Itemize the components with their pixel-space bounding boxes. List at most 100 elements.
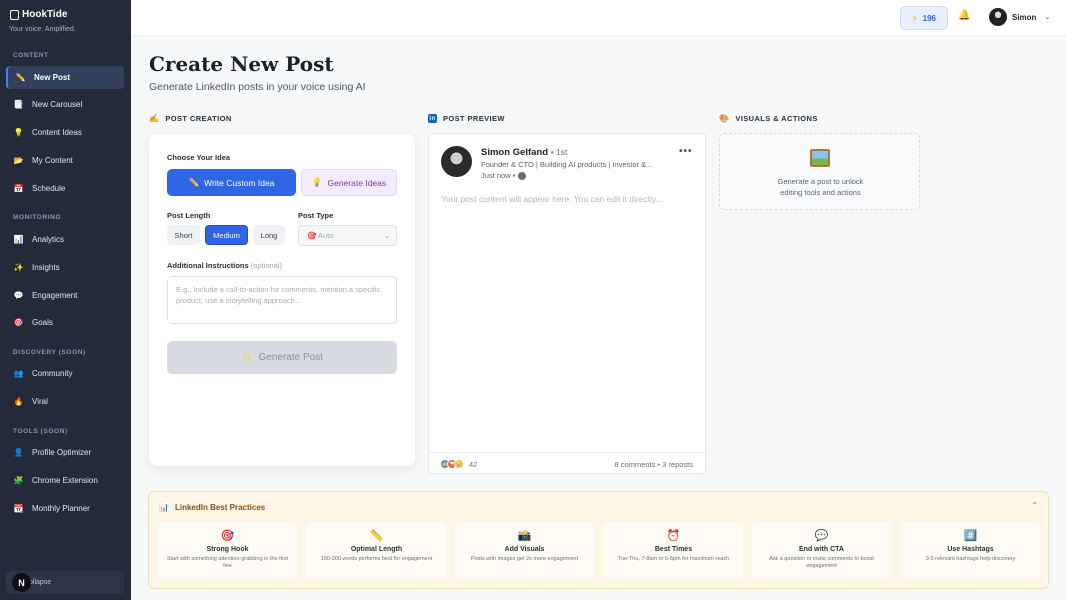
- practice-desc: 3-5 relevant hashtags help discovery: [925, 556, 1016, 562]
- collapse-sidebar-button[interactable]: N ollapse: [6, 571, 124, 594]
- alarm-clock-icon: ⏰: [666, 530, 681, 542]
- best-practices-title[interactable]: 📊 LinkedIn Best Practices: [159, 503, 265, 512]
- target-icon: 🎯: [13, 318, 24, 327]
- post-type-value: Auto: [318, 231, 334, 240]
- lightning-icon: ⚡: [912, 13, 918, 23]
- post-content-editor[interactable]: Your post content will appear here. You …: [441, 194, 663, 204]
- chart-icon: 📊: [159, 503, 169, 512]
- instructions-textarea[interactable]: E.g., Include a call-to-action for comme…: [167, 276, 397, 324]
- sidebar-item-label: Schedule: [32, 184, 66, 193]
- sidebar: HookTide Your voice. Amplified. CONTENT …: [0, 0, 131, 600]
- puzzle-icon: 🧩: [13, 476, 24, 485]
- practice-name: Optimal Length: [350, 546, 403, 553]
- length-medium-button[interactable]: Medium: [205, 225, 248, 245]
- write-custom-idea-button[interactable]: ✏️ Write Custom Idea: [167, 169, 296, 196]
- sidebar-item-label: Goals: [32, 318, 53, 327]
- n-badge-icon[interactable]: N: [12, 573, 31, 592]
- speech-bubble-icon: 💬: [814, 530, 829, 542]
- pencil-icon: ✏️: [15, 73, 26, 82]
- best-practices-panel: 📊 LinkedIn Best Practices ⌃ 🎯 Strong Hoo…: [148, 491, 1049, 589]
- generate-post-button[interactable]: ✨ Generate Post: [167, 341, 397, 374]
- bell-icon[interactable]: 🔔: [958, 10, 970, 21]
- instructions-label: Additional Instructions (optional): [167, 261, 282, 270]
- length-short-button[interactable]: Short: [167, 225, 200, 245]
- sidebar-item-analytics[interactable]: 📊 Analytics: [6, 228, 124, 251]
- sidebar-item-content-ideas[interactable]: 💡 Content Ideas: [6, 121, 124, 144]
- generate-ideas-button[interactable]: 💡 Generate Ideas: [301, 169, 397, 196]
- practice-card: 💬 End with CTA Ask a question or invite …: [752, 522, 891, 579]
- practice-desc: 150-300 words performs best for engageme…: [320, 556, 433, 562]
- credits-badge[interactable]: ⚡ 196: [900, 6, 948, 30]
- avatar: [441, 146, 472, 177]
- section-monitoring-title: MONITORING: [13, 214, 62, 221]
- practice-desc: Start with something attention-grabbing …: [166, 556, 289, 569]
- more-options-icon[interactable]: •••: [679, 146, 693, 157]
- practice-card: ⏰ Best Times Tue-Thu, 7-8am or 5-6pm for…: [604, 522, 743, 579]
- target-icon: 🎯: [220, 530, 235, 542]
- hashtag-icon: #️⃣: [963, 530, 978, 542]
- author-name: Simon Gelfand • 1st: [481, 147, 567, 158]
- sparkles-icon: ✨: [13, 263, 24, 272]
- brand-name: HookTide: [22, 9, 68, 20]
- sidebar-item-label: Analytics: [32, 235, 65, 244]
- sidebar-item-my-content[interactable]: 📂 My Content: [6, 149, 124, 172]
- sidebar-item-community[interactable]: 👥 Community: [6, 362, 124, 385]
- framed-picture-icon: [810, 149, 830, 167]
- visuals-heading-text: VISUALS & ACTIONS: [735, 114, 818, 123]
- length-long-button[interactable]: Long: [253, 225, 285, 245]
- practice-name: Best Times: [654, 546, 693, 553]
- post-time-text: Just now •: [481, 171, 516, 180]
- sidebar-item-monthly-planner[interactable]: 📆 Monthly Planner: [6, 497, 124, 520]
- user-menu[interactable]: Simon ⌄: [989, 8, 1050, 26]
- sidebar-item-goals[interactable]: 🎯 Goals: [6, 311, 124, 334]
- brand-tagline: Your voice. Amplified.: [9, 26, 76, 33]
- sidebar-item-label: Profile Optimizer: [32, 448, 92, 457]
- camera-icon: 📸: [517, 530, 532, 542]
- visuals-message: Generate a post to unlock editing tools …: [720, 176, 921, 198]
- sidebar-item-label: Community: [32, 369, 73, 378]
- carousel-icon: 📑: [13, 100, 24, 109]
- sidebar-item-label: Content Ideas: [32, 128, 82, 137]
- sidebar-item-chrome-extension[interactable]: 🧩 Chrome Extension: [6, 469, 124, 492]
- brand-logo[interactable]: HookTide: [10, 9, 67, 20]
- insightful-icon: 💡: [454, 459, 464, 469]
- post-stats[interactable]: 8 comments • 3 reposts: [615, 460, 694, 469]
- target-icon: 🎯: [307, 231, 317, 240]
- collapse-label: ollapse: [29, 579, 52, 586]
- sidebar-item-label: New Post: [34, 73, 71, 82]
- sidebar-item-insights[interactable]: ✨ Insights: [6, 256, 124, 279]
- practice-desc: Posts with images get 2x more engagement: [470, 556, 578, 562]
- credits-count: 196: [922, 13, 936, 23]
- people-icon: 👥: [13, 369, 24, 378]
- sidebar-item-viral[interactable]: 🔥 Viral: [6, 390, 124, 413]
- hooktide-logo-icon: [10, 9, 19, 20]
- sidebar-item-new-post[interactable]: ✏️ New Post: [6, 66, 124, 89]
- section-discovery-title: DISCOVERY (SOON): [13, 349, 86, 356]
- author-name-text: Simon Gelfand: [481, 147, 549, 158]
- post-creation-card: Choose Your Idea ✏️ Write Custom Idea 💡 …: [149, 134, 415, 466]
- avatar: [989, 8, 1007, 26]
- reactions: 👍 ❤ 💡 42: [440, 459, 477, 469]
- post-type-select[interactable]: 🎯 Auto ⌄: [298, 225, 397, 246]
- folder-icon: 📂: [13, 156, 24, 165]
- post-preview-heading-text: POST PREVIEW: [443, 114, 505, 123]
- sidebar-item-new-carousel[interactable]: 📑 New Carousel: [6, 93, 124, 116]
- practice-card: 📏 Optimal Length 150-300 words performs …: [307, 522, 446, 579]
- sidebar-item-schedule[interactable]: 📅 Schedule: [6, 177, 124, 200]
- sidebar-item-label: Monthly Planner: [32, 504, 90, 513]
- globe-icon: [518, 171, 527, 180]
- sidebar-item-profile-optimizer[interactable]: 👤 Profile Optimizer: [6, 441, 124, 464]
- generate-post-label: Generate Post: [258, 352, 323, 363]
- lightbulb-icon: 💡: [13, 128, 24, 137]
- practice-name: Use Hashtags: [947, 546, 994, 553]
- visuals-heading: 🎨 VISUALS & ACTIONS: [719, 114, 818, 123]
- sparkles-icon: ✨: [241, 352, 254, 363]
- pencil-icon: ✏️: [188, 177, 200, 187]
- section-content-title: CONTENT: [13, 52, 49, 59]
- chevron-down-icon: ⌄: [384, 232, 390, 240]
- chevron-down-icon: ⌄: [1044, 14, 1051, 21]
- chevron-up-icon[interactable]: ⌃: [1031, 501, 1038, 510]
- user-name: Simon: [1012, 12, 1037, 22]
- post-length-label: Post Length: [167, 211, 211, 220]
- sidebar-item-engagement[interactable]: 💬 Engagement: [6, 284, 124, 307]
